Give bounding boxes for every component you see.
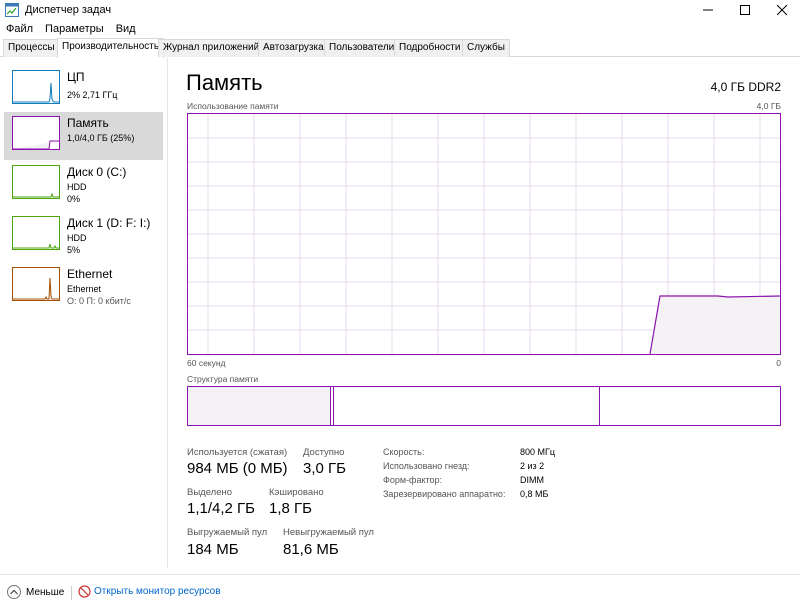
window-title: Диспетчер задач [25,4,112,16]
chevron-up-icon [7,585,21,599]
sidebar-item-cpu[interactable]: ЦП 2% 2,71 ГГц [4,66,163,114]
footer: Меньше Открыть монитор ресурсов [0,574,800,613]
tab-performance[interactable]: Производительность [57,38,165,58]
form-factor-value: DIMM [520,475,544,485]
sidebar-item-type: Ethernet [67,284,102,294]
close-button[interactable] [763,0,800,20]
sidebar-item-disk1[interactable]: Диск 1 (D: F: I:) HDD 5% [4,212,163,260]
memory-composition-bar [187,386,781,426]
disk1-thumbnail [12,216,60,250]
resource-monitor-link[interactable]: Открыть монитор ресурсов [78,585,221,598]
sidebar-item-ethernet[interactable]: Ethernet Ethernet О: 0 П: 0 кбит/с [4,263,163,311]
minimize-button[interactable] [689,0,726,20]
sidebar-item-disk0[interactable]: Диск 0 (C:) HDD 0% [4,161,163,209]
disk0-thumbnail [12,165,60,199]
sidebar-item-label: Диск 0 (C:) [67,165,127,179]
memory-usage-chart [188,114,780,354]
sidebar-item-label: ЦП [67,70,85,84]
composition-in-use [188,387,331,425]
hardware-reserved-label: Зарезервировано аппаратно: [383,489,506,499]
sidebar-item-detail: 2% 2,71 ГГц [67,90,118,100]
time-axis-end: 0 [776,358,781,368]
usage-graph-label: Использование памяти [187,101,279,111]
slots-used-value: 2 из 2 [520,461,545,471]
ethernet-thumbnail [12,267,60,301]
fewer-details-label: Меньше [26,586,65,598]
speed-value: 800 МГц [520,447,556,457]
tab-processes[interactable]: Процессы [3,39,60,57]
menu-file[interactable]: Файл [0,20,39,38]
nonpaged-pool-label: Невыгружаемый пул [283,527,374,538]
menu-view[interactable]: Вид [110,20,142,38]
committed-value: 1,1/4,2 ГБ [187,500,256,517]
maximize-icon [739,5,750,15]
page-title: Память [186,70,263,95]
structure-label: Структура памяти [187,374,259,384]
cpu-thumbnail [12,70,60,104]
tab-users[interactable]: Пользователи [324,39,400,57]
sidebar-item-type: HDD [67,233,87,243]
form-factor-label: Форм-фактор: [383,475,443,485]
speed-label: Скорость: [383,447,425,457]
hardware-reserved-value: 0,8 МБ [520,489,549,499]
tab-services[interactable]: Службы [462,39,510,57]
resource-monitor-label: Открыть монитор ресурсов [94,586,221,597]
memory-thumbnail [12,116,60,150]
sidebar-item-memory[interactable]: Память 1,0/4,0 ГБ (25%) [4,112,163,160]
available-label: Доступно [303,447,345,458]
resource-sidebar: ЦП 2% 2,71 ГГц Память 1,0/4,0 ГБ (25%) Д… [0,58,168,568]
sidebar-item-type: HDD [67,182,87,192]
cached-value: 1,8 ГБ [269,500,312,517]
cached-label: Кэшировано [269,487,324,498]
tab-bar: Процессы Производительность Журнал прило… [0,38,800,58]
available-value: 3,0 ГБ [303,460,346,477]
tab-details[interactable]: Подробности [394,39,466,57]
menu-bar: Файл Параметры Вид [0,20,142,38]
nonpaged-pool-value: 81,6 МБ [283,541,339,558]
footer-divider [71,586,72,600]
composition-modified [331,387,334,425]
sidebar-item-label: Память [67,116,109,130]
minimize-icon [702,9,713,11]
paged-pool-value: 184 МБ [187,541,239,558]
menu-options[interactable]: Параметры [39,20,110,38]
resource-monitor-icon [78,585,91,598]
sidebar-item-label: Диск 1 (D: F: I:) [67,216,151,230]
close-icon [776,5,787,15]
title-bar: Диспетчер задач [0,0,800,20]
memory-usage-graph [187,113,781,355]
maximize-button[interactable] [726,0,763,20]
sidebar-item-label: Ethernet [67,267,113,281]
tab-startup[interactable]: Автозагрузка [258,39,329,57]
fewer-details-button[interactable]: Меньше [7,585,64,599]
sidebar-item-detail: 1,0/4,0 ГБ (25%) [67,133,135,143]
paged-pool-label: Выгружаемый пул [187,527,268,538]
composition-standby [335,387,600,425]
sidebar-item-detail: 5% [67,245,81,255]
time-axis-start: 60 секунд [187,358,226,368]
task-manager-icon [5,3,19,17]
usage-area [650,296,780,354]
slots-used-label: Использовано гнезд: [383,461,470,471]
in-use-label: Используется (сжатая) [187,447,288,458]
committed-label: Выделено [187,487,233,498]
sidebar-item-detail: О: 0 П: 0 кбит/с [67,296,131,306]
in-use-value: 984 МБ (0 МБ) [187,460,288,477]
tab-app-history[interactable]: Журнал приложений [158,39,265,57]
memory-type: 4,0 ГБ DDR2 [710,80,781,94]
sidebar-item-detail: 0% [67,194,81,204]
usage-graph-max: 4,0 ГБ [756,101,781,111]
